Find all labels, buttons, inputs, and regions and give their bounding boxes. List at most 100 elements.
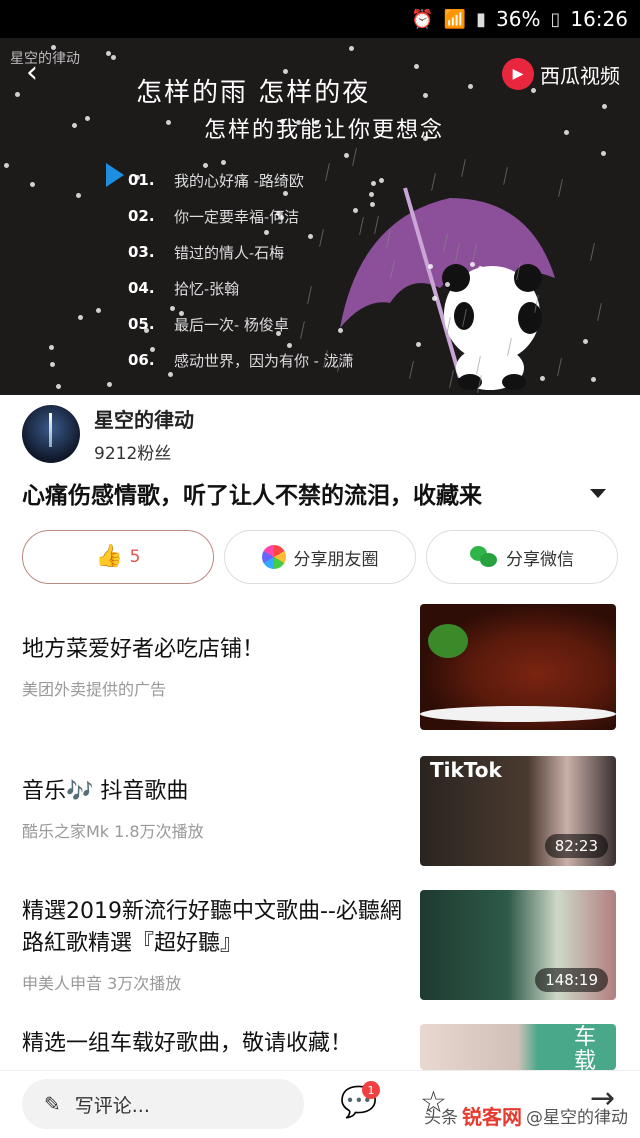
snowflake [144, 328, 149, 333]
track-song: 我的心好痛 -路绮欧 [174, 171, 304, 190]
video-player[interactable]: 星空的律动 ‹ ▶ 西瓜视频 怎样的雨 怎样的夜 怎样的我能让你更想念 01. 我… [0, 38, 640, 395]
pencil-icon: ✎ [44, 1092, 61, 1116]
expand-caret-icon[interactable] [590, 488, 606, 498]
track-item: 02. 你一定要幸福-何洁 [128, 198, 354, 234]
video-lyric-line-1: 怎样的雨 怎样的夜 [136, 78, 371, 108]
track-song: 拾忆-张翰 [174, 279, 240, 298]
track-number: 06. [128, 351, 155, 369]
raindrop [597, 303, 602, 321]
snowflake [51, 45, 56, 50]
author-name[interactable]: 星空的律动 [94, 404, 194, 433]
watermark-suffix: @星空的律动 [526, 1108, 628, 1128]
alarm-icon: ⏰ [411, 8, 434, 30]
snowflake [416, 342, 421, 347]
snowflake [78, 315, 83, 320]
snowflake [432, 296, 437, 301]
snowflake [583, 339, 588, 344]
snowflake [168, 372, 173, 377]
snowflake [414, 64, 419, 69]
video-title: 心痛伤感情歌，听了让人不禁的流泪，收藏来 [22, 483, 482, 509]
snowflake [49, 345, 54, 350]
feed-item-video[interactable]: 精選2019新流行好聽中文歌曲--必聽網路紅歌精選『超好聽』 申美人申音 3万次… [22, 890, 618, 1000]
snowflake [56, 384, 61, 389]
feed-item-video[interactable]: 音乐🎶 抖音歌曲 酷乐之家Mk 1.8万次播放 TikTok 82:23 [22, 756, 618, 866]
track-number: 03. [128, 243, 155, 261]
snowflake [540, 376, 545, 381]
comment-placeholder: 写评论... [74, 1094, 150, 1117]
like-button[interactable]: 👍 5 [22, 530, 214, 584]
snowflake [30, 182, 35, 187]
track-number: 04. [128, 279, 155, 297]
clock: 16:26 [570, 7, 628, 31]
video-duration: 148:19 [535, 968, 608, 992]
feed-title: 地方菜爱好者必吃店铺！ [22, 637, 265, 662]
snowflake [279, 215, 284, 220]
snowflake [470, 262, 475, 267]
avatar[interactable] [22, 405, 80, 463]
watermark-logo: 锐客网 [462, 1105, 522, 1129]
snowflake [602, 104, 607, 109]
feed-item-video[interactable]: 精选一组车载好歌曲，敬请收藏！ 车载 [22, 1024, 618, 1070]
snowflake [276, 331, 281, 336]
back-icon[interactable]: ‹ [26, 58, 56, 88]
watermark-prefix: 头条 [424, 1108, 458, 1128]
share-moments-button[interactable]: 分享朋友圈 [224, 530, 416, 584]
snowflake [221, 160, 226, 165]
snowflake [314, 120, 319, 125]
snowflake [428, 264, 433, 269]
wechat-icon [470, 546, 498, 568]
snowflake [369, 192, 374, 197]
snowflake [601, 151, 606, 156]
snowflake [135, 175, 140, 180]
snowflake [280, 119, 285, 124]
snowflake [106, 51, 111, 56]
snowflake [76, 193, 81, 198]
thumbs-up-icon: 👍 [95, 544, 123, 569]
snowflake [531, 88, 536, 93]
brand-logo: ▶ 西瓜视频 [502, 58, 620, 90]
video-duration: 82:23 [544, 834, 608, 858]
share-wechat-button[interactable]: 分享微信 [426, 530, 618, 584]
bottom-bar: ✎ 写评论... 💬 1 ☆ → 头条 锐客网 @星空的律动 [0, 1070, 640, 1138]
snowflake [344, 153, 349, 158]
snowflake [349, 46, 354, 51]
author-row[interactable]: 星空的律动 9212粉丝 [22, 404, 194, 464]
title-row[interactable]: 心痛伤感情歌，听了让人不禁的流泪，收藏来 [22, 476, 618, 510]
track-number: 02. [128, 207, 155, 225]
share-moments-label: 分享朋友圈 [293, 549, 379, 570]
feed-thumbnail[interactable]: TikTok 82:23 [420, 756, 616, 866]
battery-icon: ▯ [550, 8, 561, 30]
raindrop [590, 243, 595, 261]
snowflake [203, 163, 208, 168]
snowflake [338, 328, 343, 333]
battery-level: 36% [496, 7, 541, 31]
snowflake [591, 377, 596, 382]
snowflake [353, 208, 358, 213]
snowflake [283, 69, 288, 74]
feed-thumbnail[interactable]: 148:19 [420, 890, 616, 1000]
current-track-arrow-icon [106, 163, 124, 187]
snowflake [166, 120, 171, 125]
feed-thumbnail[interactable] [420, 604, 616, 730]
snowflake [96, 308, 101, 313]
snowflake [468, 84, 473, 89]
snowflake [111, 55, 116, 60]
signal-icon: ▮ [476, 8, 486, 30]
raindrop [461, 159, 466, 177]
snowflake [296, 120, 301, 125]
track-list: 01. 我的心好痛 -路绮欧 02. 你一定要幸福-何洁 03. 错过的情人-石梅 0… [128, 162, 354, 378]
track-song: 最后一次- 杨俊卓 [174, 315, 289, 334]
feed-thumbnail[interactable]: 车载 [420, 1024, 616, 1070]
comment-input[interactable]: ✎ 写评论... [22, 1079, 304, 1129]
snowflake [423, 136, 428, 141]
snowflake [264, 230, 269, 235]
snowflake [170, 306, 175, 311]
snowflake [276, 211, 281, 216]
like-count: 5 [129, 547, 141, 567]
snowflake [445, 282, 450, 287]
brand-name: 西瓜视频 [540, 63, 620, 88]
feed-title: 精选一组车载好歌曲，敬请收藏！ [22, 1031, 353, 1056]
feed-item-ad[interactable]: 地方菜爱好者必吃店铺！ 美团外卖提供的广告 [22, 604, 618, 730]
snowflake [478, 266, 483, 271]
thumbnail-text: TikTok [430, 758, 502, 782]
